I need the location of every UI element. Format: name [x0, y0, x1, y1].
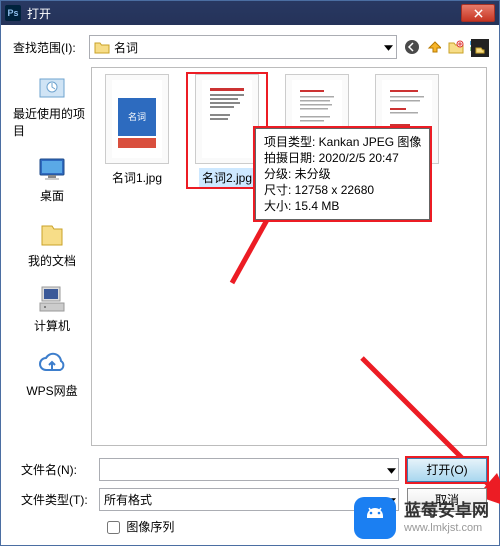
tooltip-size: 大小: 15.4 MB: [264, 198, 421, 214]
sidebar-item-computer[interactable]: 计算机: [34, 283, 70, 334]
tooltip-rating: 分级: 未分级: [264, 166, 421, 182]
sidebar-item-documents[interactable]: 我的文档: [28, 218, 76, 269]
tooltip-type: 项目类型: Kankan JPEG 图像: [264, 134, 421, 150]
filetype-label: 文件类型(T):: [13, 491, 91, 508]
close-icon: [474, 9, 483, 18]
watermark-url: www.lmkjst.com: [404, 522, 489, 534]
places-sidebar: 最近使用的项目 桌面 我的文档 计算机 WPS网盘: [13, 67, 91, 446]
dialog-title: 打开: [27, 5, 461, 22]
sidebar-item-wps[interactable]: WPS网盘: [26, 348, 77, 399]
file-item[interactable]: 名词 名词1.jpg: [98, 74, 176, 187]
pin-icon: [474, 42, 486, 54]
tooltip-dimensions: 尺寸: 12758 x 22680: [264, 182, 421, 198]
photoshop-icon: Ps: [5, 5, 21, 21]
sidebar-label: 桌面: [40, 187, 64, 204]
folder-icon: [94, 40, 110, 54]
back-button[interactable]: [403, 38, 421, 56]
dropdown-icon: [387, 463, 396, 477]
lookin-value: 名词: [114, 39, 138, 56]
sidebar-label: 计算机: [34, 317, 70, 334]
image-sequence-label: 图像序列: [126, 520, 174, 534]
dropdown-icon: [384, 40, 393, 54]
file-tooltip: 项目类型: Kankan JPEG 图像 拍摄日期: 2020/2/5 20:4…: [255, 128, 430, 220]
lookin-label: 查找范围(I):: [13, 39, 83, 56]
file-thumbnail: [195, 74, 259, 164]
pin-button[interactable]: [471, 39, 489, 57]
watermark: 蓝莓安卓网 www.lmkjst.com: [354, 497, 489, 539]
sidebar-item-desktop[interactable]: 桌面: [36, 153, 68, 204]
sidebar-label: WPS网盘: [26, 382, 77, 399]
desktop-icon: [36, 153, 68, 185]
up-button[interactable]: [425, 38, 443, 56]
watermark-title: 蓝莓安卓网: [404, 502, 489, 521]
filetype-value: 所有格式: [104, 491, 152, 508]
sidebar-label: 我的文档: [28, 252, 76, 269]
android-icon: [354, 497, 396, 539]
file-thumbnail: 名词: [105, 74, 169, 164]
close-button[interactable]: [461, 4, 495, 22]
documents-icon: [36, 218, 68, 250]
recent-icon: [36, 71, 68, 103]
new-folder-button[interactable]: [447, 38, 465, 56]
svg-text:名词: 名词: [128, 111, 146, 122]
sidebar-label: 最近使用的项目: [13, 105, 91, 139]
sidebar-item-recent[interactable]: 最近使用的项目: [13, 71, 91, 139]
lookin-combo[interactable]: 名词: [89, 35, 397, 59]
filename-label: 文件名(N):: [13, 461, 91, 478]
file-name: 名词1.jpg: [109, 168, 165, 187]
file-list-area[interactable]: 名词 名词1.jpg 名词2.jpg: [91, 67, 487, 446]
filename-combo[interactable]: [99, 458, 399, 481]
cloud-icon: [36, 348, 68, 380]
open-button[interactable]: 打开(O): [407, 458, 487, 482]
image-sequence-checkbox[interactable]: [107, 521, 120, 534]
title-bar: Ps 打开: [1, 1, 499, 25]
file-name: 名词2.jpg: [199, 168, 255, 187]
computer-icon: [36, 283, 68, 315]
open-dialog: Ps 打开 查找范围(I): 名词: [0, 0, 500, 546]
tooltip-date: 拍摄日期: 2020/2/5 20:47: [264, 150, 421, 166]
